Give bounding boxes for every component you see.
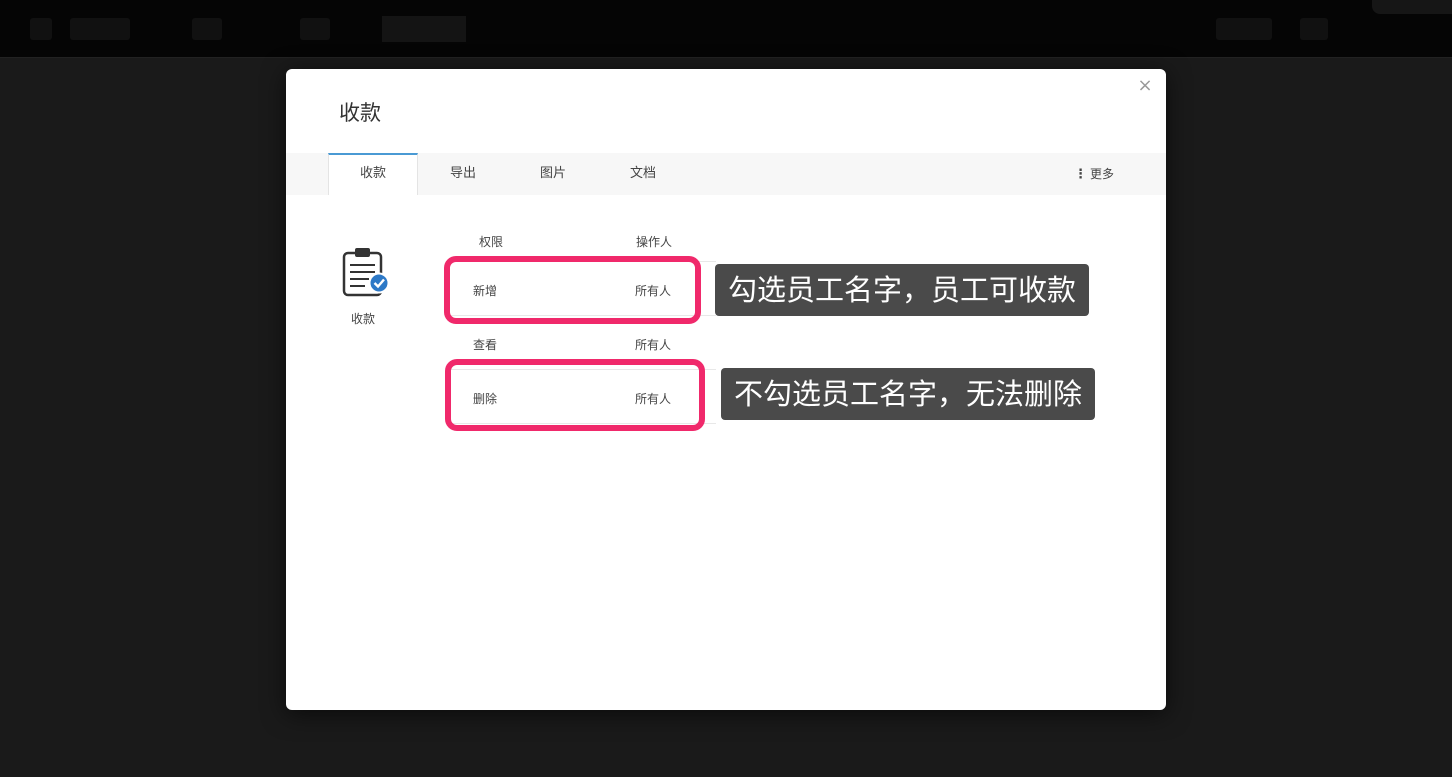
dimmed-nav-item	[1300, 18, 1328, 40]
dimmed-nav-item	[300, 18, 330, 40]
dimmed-corner-tab	[1372, 0, 1452, 14]
tab-bar: 收款 导出 图片 文档 ⋮ 更多	[286, 153, 1166, 195]
annotation-callout-delete: 不勾选员工名字，无法删除	[721, 368, 1096, 420]
modal-title: 收款	[339, 101, 381, 125]
highlight-box-delete	[445, 359, 705, 431]
row-view-permission: 查看	[473, 338, 498, 352]
column-header-operator: 操作人	[636, 235, 673, 249]
highlight-box-add	[444, 256, 701, 324]
more-label: 更多	[1089, 167, 1114, 181]
tab-images[interactable]: 图片	[508, 153, 598, 195]
annotation-callout-add: 勾选员工名字，员工可收款	[715, 264, 1090, 316]
column-header-permission: 权限	[479, 235, 504, 249]
more-menu-button[interactable]: ⋮ 更多	[1074, 153, 1114, 195]
tab-payment[interactable]: 收款	[328, 153, 418, 195]
background-top-navigation	[0, 0, 1452, 58]
dimmed-nav-item	[1216, 18, 1272, 40]
dimmed-nav-item	[192, 18, 222, 40]
close-icon[interactable]: ×	[1134, 75, 1156, 97]
tab-export[interactable]: 导出	[418, 153, 508, 195]
dimmed-nav-item	[70, 18, 130, 40]
side-label: 收款	[350, 312, 375, 326]
dimmed-nav-logo	[30, 18, 52, 40]
dimmed-nav-active-item	[382, 16, 466, 42]
row-view-operator[interactable]: 所有人	[635, 336, 671, 353]
clipboard-check-icon	[342, 248, 390, 297]
vertical-dots-icon: ⋮	[1073, 167, 1087, 182]
tab-documents[interactable]: 文档	[598, 153, 688, 195]
